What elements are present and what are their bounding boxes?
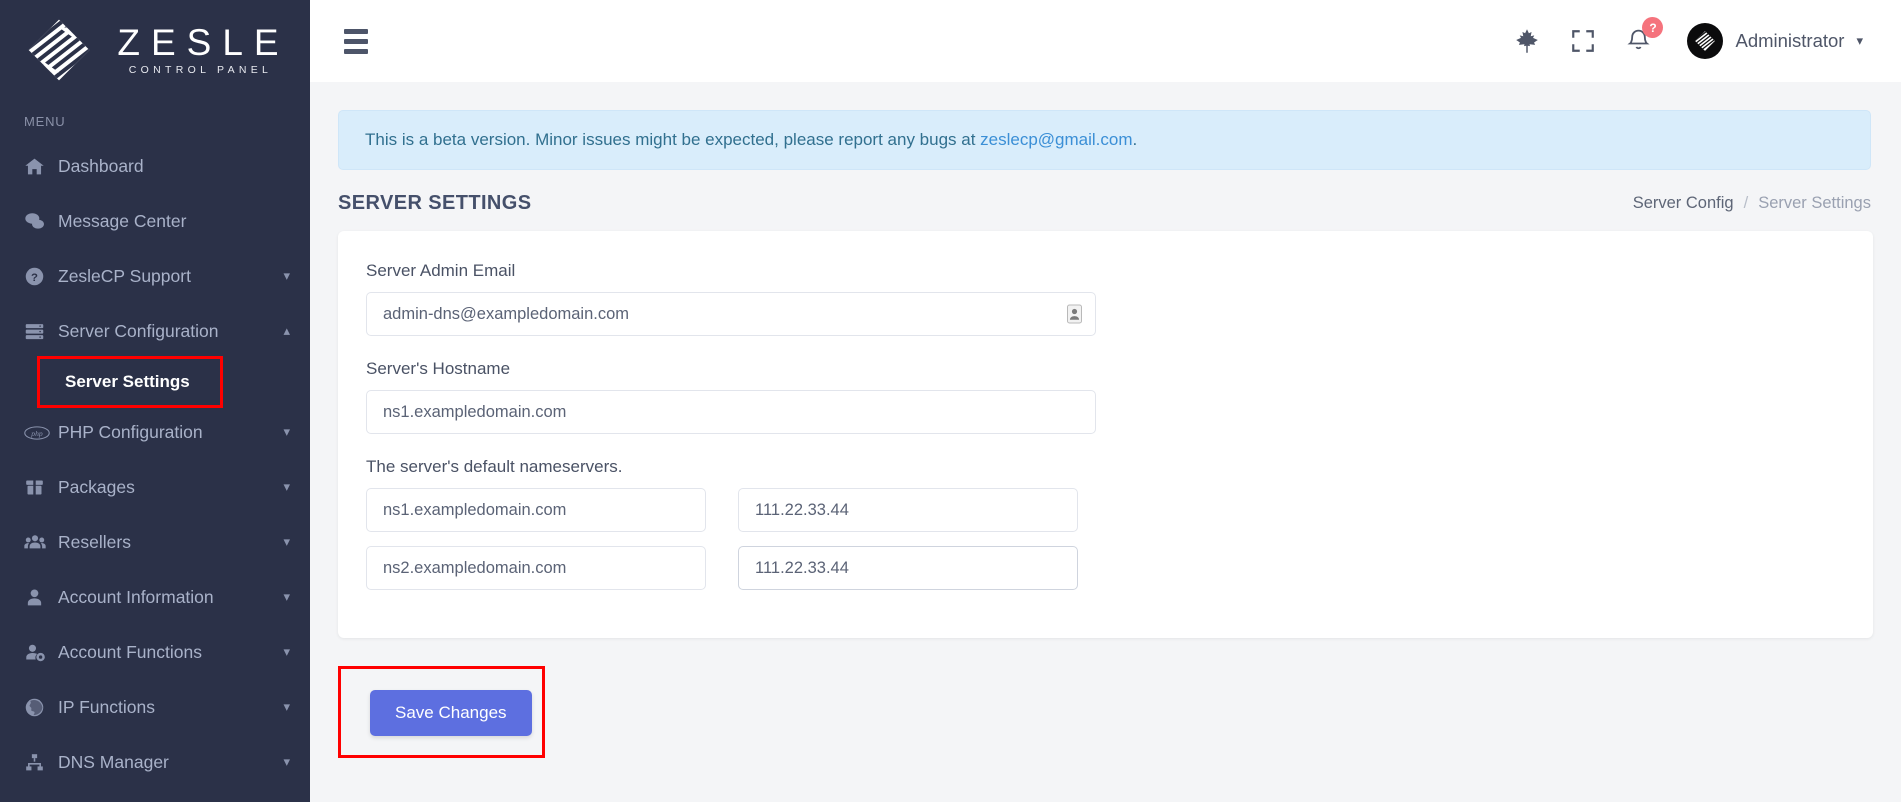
sidebar-section-label: MENU: [24, 114, 66, 129]
box-icon: [24, 477, 58, 498]
sidebar-item-dns-manager[interactable]: DNS Manager ▾: [0, 735, 310, 790]
support-email-link[interactable]: zeslecp@gmail.com: [980, 130, 1132, 149]
nameserver-1-ip-input[interactable]: [738, 488, 1078, 532]
server-settings-form-card: Server Admin Email Server's Hostname The…: [338, 231, 1873, 638]
main-area: ? Administrator ▾ This is a beta version…: [310, 0, 1901, 802]
chevron-down-icon[interactable]: ▾: [283, 645, 290, 658]
question-circle-icon: ?: [24, 266, 58, 287]
sidebar-item-label: IP Functions: [58, 697, 155, 717]
chevron-down-icon[interactable]: ▾: [283, 480, 290, 493]
nameserver-1-host-input[interactable]: [366, 488, 706, 532]
admin-email-input-wrap: [366, 292, 1096, 336]
chevron-down-icon[interactable]: ▾: [1856, 33, 1863, 49]
sidebar-item-message-center[interactable]: Message Center: [0, 194, 310, 249]
beta-notice-text: This is a beta version. Minor issues mig…: [365, 130, 981, 149]
sidebar-item-zeslecp-support[interactable]: ? ZesleCP Support ▾: [0, 249, 310, 304]
maple-leaf-icon[interactable]: [1514, 28, 1540, 55]
svg-text:php: php: [30, 429, 43, 438]
sidebar-item-dashboard[interactable]: Dashboard: [0, 139, 310, 194]
sidebar-item-resellers[interactable]: Resellers ▾: [0, 515, 310, 570]
user-gear-icon: [24, 642, 58, 663]
hostname-input[interactable]: [366, 390, 1096, 434]
user-menu[interactable]: Administrator ▾: [1687, 23, 1863, 59]
chevron-down-icon[interactable]: ▾: [283, 269, 290, 282]
breadcrumb: Server Config / Server Settings: [1633, 194, 1871, 213]
sidebar-item-account-information[interactable]: Account Information ▾: [0, 570, 310, 625]
sidebar-subitem-server-settings[interactable]: Server Settings: [0, 359, 310, 405]
sidebar-item-ip-functions[interactable]: IP Functions ▾: [0, 680, 310, 735]
users-group-icon: [24, 532, 58, 553]
nameserver-row: [366, 488, 1843, 532]
brand-text: ZESLE CONTROL PANEL: [106, 21, 290, 77]
autofill-contact-card-icon[interactable]: [1067, 304, 1082, 324]
globe-icon: [24, 697, 58, 718]
nameserver-2-ip-input[interactable]: [738, 546, 1078, 590]
breadcrumb-current: Server Settings: [1758, 194, 1871, 212]
sidebar-item-label: Resellers: [58, 532, 131, 552]
fullscreen-expand-icon[interactable]: [1570, 28, 1596, 54]
chevron-down-icon[interactable]: ▾: [283, 755, 290, 768]
sidebar-item-label: Message Center: [58, 211, 187, 231]
page-header: SERVER SETTINGS Server Config / Server S…: [310, 170, 1901, 231]
nameservers-label: The server's default nameservers.: [366, 457, 623, 476]
home-icon: [24, 156, 58, 177]
sidebar-item-packages[interactable]: Packages ▾: [0, 460, 310, 515]
page-title: SERVER SETTINGS: [338, 192, 532, 214]
sitemap-icon: [24, 752, 58, 773]
breadcrumb-separator: /: [1743, 194, 1749, 212]
topbar: ? Administrator ▾: [310, 0, 1901, 82]
sidebar-item-label: Dashboard: [58, 156, 144, 176]
sidebar-item-label: Account Functions: [58, 642, 202, 662]
sidebar-item-label: ZesleCP Support: [58, 266, 191, 286]
user-name: Administrator: [1735, 30, 1845, 51]
topbar-icons: ? Administrator ▾: [1514, 17, 1863, 59]
brand-title: ZESLE: [117, 21, 290, 63]
admin-email-input[interactable]: [366, 292, 1096, 336]
sidebar-item-server-configuration[interactable]: Server Configuration ▴: [0, 304, 310, 359]
avatar: [1687, 23, 1724, 59]
zesle-diamond-logo-icon: [26, 17, 92, 83]
notification-badge: ?: [1642, 17, 1664, 38]
beta-notice-banner: This is a beta version. Minor issues mig…: [338, 110, 1871, 170]
chevron-up-icon[interactable]: ▴: [283, 324, 290, 337]
chat-bubbles-icon: [24, 211, 58, 232]
user-icon: [24, 587, 58, 608]
sidebar-item-label: Server Configuration: [58, 321, 219, 341]
nameserver-2-host-input[interactable]: [366, 546, 706, 590]
hamburger-icon[interactable]: [338, 23, 374, 60]
chevron-down-icon[interactable]: ▾: [283, 535, 290, 548]
page-content: This is a beta version. Minor issues mig…: [310, 82, 1901, 802]
chevron-down-icon[interactable]: ▾: [283, 590, 290, 603]
sidebar-item-label: DNS Manager: [58, 752, 169, 772]
bell-icon[interactable]: ?: [1626, 17, 1664, 54]
hostname-label: Server's Hostname: [366, 359, 511, 378]
chevron-down-icon[interactable]: ▾: [283, 425, 290, 438]
sidebar-item-label: Packages: [58, 477, 135, 497]
app-root: ZESLE CONTROL PANEL MENU Dashboard Messa…: [0, 0, 1901, 802]
chevron-down-icon[interactable]: ▾: [283, 700, 290, 713]
php-icon: php: [24, 425, 58, 441]
server-rack-icon: [24, 321, 58, 342]
beta-notice-text-end: .: [1132, 130, 1138, 149]
sidebar-subitem-label: Server Settings: [65, 372, 190, 391]
sidebar-item-label: Account Information: [58, 587, 214, 607]
sidebar-item-account-functions[interactable]: Account Functions ▾: [0, 625, 310, 680]
svg-text:?: ?: [31, 272, 38, 284]
breadcrumb-parent[interactable]: Server Config: [1633, 194, 1734, 213]
nameserver-row: [366, 546, 1843, 590]
brand-subtitle: CONTROL PANEL: [128, 64, 273, 77]
save-row: Save Changes: [310, 638, 1901, 758]
sidebar: ZESLE CONTROL PANEL MENU Dashboard Messa…: [0, 0, 310, 802]
brand-logo[interactable]: ZESLE CONTROL PANEL: [0, 0, 310, 100]
sidebar-nav: Dashboard Message Center ? ZesleCP Suppo…: [0, 139, 310, 790]
save-button[interactable]: Save Changes: [370, 690, 532, 736]
admin-email-label: Server Admin Email: [366, 261, 516, 280]
sidebar-item-php-configuration[interactable]: php PHP Configuration ▾: [0, 405, 310, 460]
sidebar-item-label: PHP Configuration: [58, 422, 203, 442]
save-button-zone: Save Changes: [338, 666, 545, 758]
